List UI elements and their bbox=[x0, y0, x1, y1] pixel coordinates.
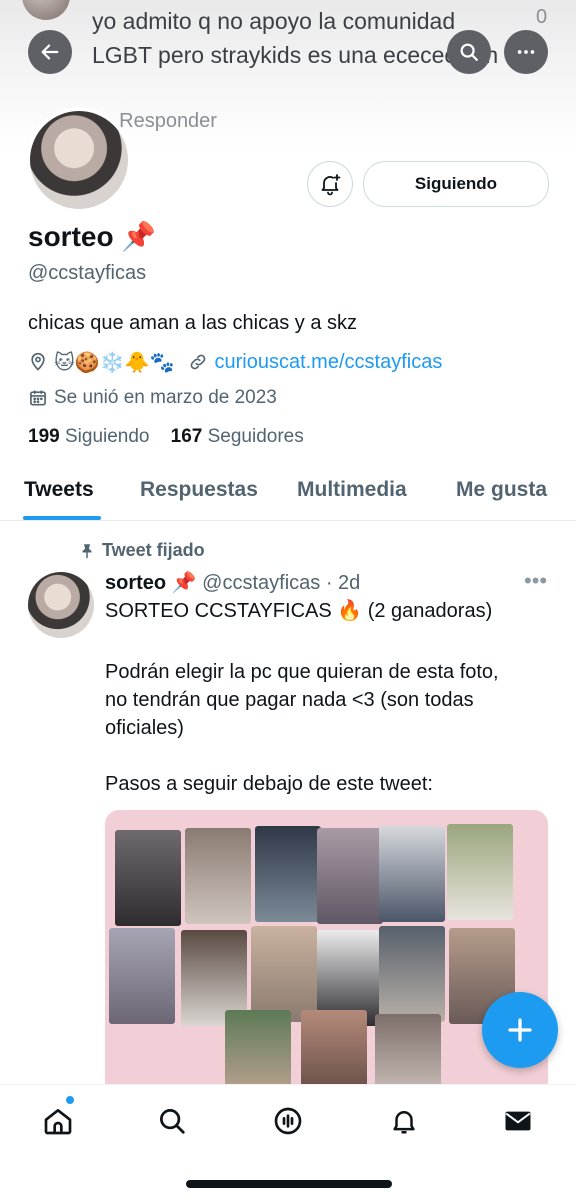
tweet-header: sorteo 📌 @ccstayficas · 2d bbox=[105, 570, 360, 595]
notify-button[interactable] bbox=[307, 161, 353, 207]
pinned-text: Tweet fijado bbox=[102, 540, 205, 560]
profile-handle: @ccstayficas bbox=[28, 262, 147, 284]
nav-search[interactable] bbox=[154, 1103, 190, 1139]
messages-icon bbox=[505, 1111, 531, 1131]
joined-date: Se unió en marzo de 2023 bbox=[28, 384, 277, 412]
back-button[interactable] bbox=[28, 30, 72, 74]
spaces-icon bbox=[274, 1107, 302, 1135]
tweet-handle-time: @ccstayficas · 2d bbox=[202, 572, 361, 594]
display-name: sorteo 📌 bbox=[28, 221, 157, 252]
nav-notifications[interactable] bbox=[386, 1103, 422, 1139]
tab-multimedia[interactable]: Multimedia bbox=[297, 478, 407, 502]
home-indicator bbox=[186, 1180, 392, 1188]
tab-respuestas[interactable]: Respuestas bbox=[140, 478, 258, 502]
search-icon bbox=[160, 1109, 185, 1134]
tweet-text-line: Podrán elegir la pc que quieran de esta … bbox=[105, 661, 499, 683]
photocard bbox=[251, 926, 317, 1022]
profile-meta: 🐱🍪❄️🐥🐾 curiouscat.me/ccstayficas bbox=[28, 346, 442, 378]
profile-bio: chicas que aman a las chicas y a skz bbox=[28, 312, 358, 334]
home-icon bbox=[44, 1109, 72, 1135]
compose-tweet-button[interactable] bbox=[482, 992, 558, 1068]
location-pin-icon bbox=[28, 352, 48, 372]
photocard bbox=[447, 824, 513, 920]
pin-icon bbox=[78, 542, 96, 560]
joined-text: Se unió en marzo de 2023 bbox=[54, 387, 277, 408]
profile-tabs: Tweets Respuestas Multimedia Me gusta bbox=[0, 468, 576, 521]
tweet-photo[interactable] bbox=[105, 810, 548, 1090]
reply-action[interactable]: Responder bbox=[119, 110, 217, 132]
nav-spaces[interactable] bbox=[270, 1103, 306, 1139]
photocard bbox=[375, 1014, 441, 1090]
photocard bbox=[255, 826, 321, 922]
photocard bbox=[317, 828, 383, 924]
arrow-left-icon bbox=[41, 44, 59, 60]
search-icon bbox=[460, 43, 478, 61]
photocard bbox=[115, 830, 181, 926]
tweet-author[interactable]: sorteo 📌 bbox=[105, 572, 197, 594]
plus-icon bbox=[508, 1018, 532, 1042]
tweet-avatar[interactable] bbox=[28, 572, 94, 638]
following-count: 199 bbox=[28, 426, 60, 447]
photocard bbox=[109, 928, 175, 1024]
photocard bbox=[379, 826, 445, 922]
location-text: 🐱🍪❄️🐥🐾 bbox=[54, 351, 175, 374]
profile-avatar[interactable] bbox=[26, 107, 132, 213]
followers-label: Seguidores bbox=[207, 426, 304, 447]
tweet-text-line: no tendrán que pagar nada <3 (son todas bbox=[105, 689, 474, 711]
tab-tweets[interactable]: Tweets bbox=[24, 478, 94, 502]
reply-avatar bbox=[22, 0, 70, 20]
link-icon bbox=[188, 352, 208, 372]
more-icon bbox=[517, 50, 535, 54]
notifications-icon bbox=[393, 1111, 415, 1134]
active-tab-indicator bbox=[23, 516, 101, 520]
home-notification-dot bbox=[66, 1096, 74, 1104]
bell-plus-icon bbox=[321, 174, 341, 196]
photocard bbox=[185, 828, 251, 924]
tweet-text-line: Pasos a seguir debajo de este tweet: bbox=[105, 773, 433, 795]
photocard bbox=[301, 1010, 367, 1090]
tweet-text-line: SORTEO CCSTAYFICAS 🔥 (2 ganadoras) bbox=[105, 600, 493, 622]
photocard bbox=[225, 1010, 291, 1090]
nav-messages[interactable] bbox=[500, 1103, 536, 1139]
photocard bbox=[379, 926, 445, 1022]
following-button[interactable]: Siguiendo bbox=[363, 161, 549, 207]
tab-me-gusta[interactable]: Me gusta bbox=[456, 478, 547, 502]
following-stat[interactable]: 199 Siguiendo bbox=[28, 426, 150, 447]
following-label: Siguiendo bbox=[64, 426, 150, 447]
tweet-text-line: oficiales) bbox=[105, 717, 184, 739]
nav-home[interactable] bbox=[40, 1103, 76, 1139]
calendar-icon bbox=[28, 388, 48, 408]
followers-count: 167 bbox=[170, 426, 203, 447]
search-button[interactable] bbox=[447, 30, 491, 74]
reply-like-count: 0 bbox=[536, 6, 548, 28]
profile-link[interactable]: curiouscat.me/ccstayficas bbox=[214, 351, 442, 374]
pinned-label: Tweet fijado bbox=[78, 540, 205, 561]
followers-stat[interactable]: 167 Seguidores bbox=[171, 426, 304, 447]
more-button[interactable] bbox=[504, 30, 548, 74]
follow-stats: 199 Siguiendo 167 Seguidores bbox=[28, 426, 304, 448]
tweet-more-icon[interactable]: ••• bbox=[524, 568, 547, 594]
